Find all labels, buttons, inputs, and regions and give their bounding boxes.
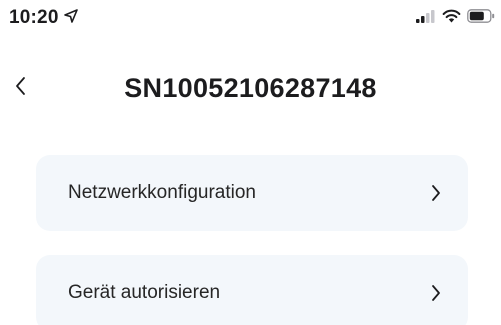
cellular-signal-icon — [416, 9, 436, 28]
location-arrow-icon — [63, 7, 78, 29]
status-time-group: 10:20 — [9, 7, 78, 29]
status-icons — [416, 9, 495, 28]
menu-item-netzwerkkonfiguration[interactable]: Netzwerkkonfiguration — [36, 155, 468, 231]
back-button[interactable] — [0, 60, 40, 116]
status-bar: 10:20 — [0, 0, 501, 36]
screen: 10:20 SN10052106287148 Netzwerkkonfigura… — [0, 0, 501, 325]
chevron-left-icon — [13, 75, 27, 102]
chevron-right-icon — [426, 283, 446, 303]
battery-icon — [467, 9, 495, 28]
status-time: 10:20 — [9, 7, 59, 28]
menu-item-label: Gerät autorisieren — [68, 282, 221, 303]
navigation-bar: SN10052106287148 — [0, 60, 501, 116]
menu-item-geraet-autorisieren[interactable]: Gerät autorisieren — [36, 255, 468, 325]
wifi-icon — [442, 9, 461, 28]
chevron-right-icon — [426, 183, 446, 203]
menu-item-label: Netzwerkkonfiguration — [68, 182, 256, 203]
page-title: SN10052106287148 — [124, 72, 377, 103]
